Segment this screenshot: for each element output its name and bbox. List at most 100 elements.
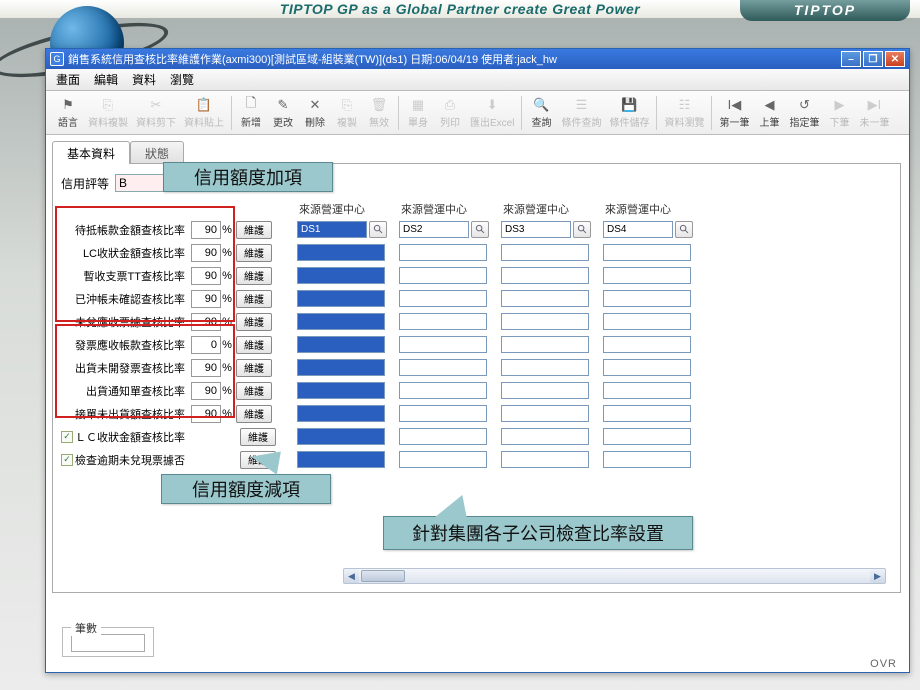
hscroll-right[interactable]: ▶ xyxy=(870,569,885,583)
maintain-button[interactable]: 維護 xyxy=(236,221,272,239)
source-bar[interactable] xyxy=(501,359,589,376)
source-bar[interactable] xyxy=(399,313,487,330)
ratio-input[interactable] xyxy=(191,267,221,285)
tool-single[interactable]: ▦單身 xyxy=(402,97,434,129)
checkbox[interactable]: ✓ xyxy=(61,431,73,443)
source-bar[interactable] xyxy=(399,405,487,422)
tool-browse[interactable]: ☷資料瀏覽 xyxy=(660,97,708,129)
source-bar[interactable] xyxy=(603,313,691,330)
source-bar[interactable] xyxy=(501,267,589,284)
source-bar[interactable] xyxy=(603,428,691,445)
hscroll-left[interactable]: ◀ xyxy=(344,569,359,583)
menu-data[interactable]: 資料 xyxy=(126,69,162,90)
tool-last[interactable]: ▶I未一筆 xyxy=(855,97,893,129)
source-bar[interactable] xyxy=(399,451,487,468)
lookup-button[interactable] xyxy=(369,221,387,238)
tool-delete[interactable]: ✕刪除 xyxy=(299,97,331,129)
tool-condquery[interactable]: ☰條件查詢 xyxy=(557,97,605,129)
menu-screen[interactable]: 畫面 xyxy=(50,69,86,90)
source-bar[interactable] xyxy=(501,428,589,445)
source-cell[interactable]: DS1 xyxy=(297,221,367,238)
source-bar[interactable] xyxy=(297,382,385,399)
tool-next[interactable]: ▶下筆 xyxy=(823,97,855,129)
maintain-button[interactable]: 維護 xyxy=(236,244,272,262)
close-button[interactable]: ✕ xyxy=(885,51,905,67)
maintain-button[interactable]: 維護 xyxy=(236,405,272,423)
tool-prev[interactable]: ◀上筆 xyxy=(753,97,785,129)
source-bar[interactable] xyxy=(603,290,691,307)
source-bar[interactable] xyxy=(603,244,691,261)
source-bar[interactable] xyxy=(399,382,487,399)
tool-language[interactable]: ⚑語言 xyxy=(52,97,84,129)
tool-query[interactable]: 🔍查詢 xyxy=(525,97,557,129)
tool-cut[interactable]: ✂資料剪下 xyxy=(132,97,180,129)
tool-paste[interactable]: 📋資料貼上 xyxy=(180,97,228,129)
source-bar[interactable] xyxy=(297,336,385,353)
source-cell[interactable]: DS2 xyxy=(399,221,469,238)
source-bar[interactable] xyxy=(399,336,487,353)
source-bar[interactable] xyxy=(603,359,691,376)
ratio-input[interactable] xyxy=(191,336,221,354)
tool-copy[interactable]: ⎘資料複製 xyxy=(84,97,132,129)
maximize-button[interactable]: ❐ xyxy=(863,51,883,67)
source-bar[interactable] xyxy=(297,405,385,422)
source-bar[interactable] xyxy=(297,451,385,468)
source-bar[interactable] xyxy=(501,405,589,422)
source-cell[interactable]: DS4 xyxy=(603,221,673,238)
source-bar[interactable] xyxy=(399,290,487,307)
minimize-button[interactable]: – xyxy=(841,51,861,67)
source-bar[interactable] xyxy=(399,244,487,261)
tool-dup[interactable]: ⎘複製 xyxy=(331,97,363,129)
tab-basic[interactable]: 基本資料 xyxy=(52,141,130,164)
source-bar[interactable] xyxy=(501,451,589,468)
source-bar[interactable] xyxy=(603,405,691,422)
ratio-input[interactable] xyxy=(191,382,221,400)
source-bar[interactable] xyxy=(501,336,589,353)
source-bar[interactable] xyxy=(399,428,487,445)
ratio-input[interactable] xyxy=(191,290,221,308)
tool-print[interactable]: ⎙列印 xyxy=(434,97,466,129)
lookup-button[interactable] xyxy=(573,221,591,238)
source-bar[interactable] xyxy=(399,359,487,376)
lookup-button[interactable] xyxy=(675,221,693,238)
source-bar[interactable] xyxy=(501,313,589,330)
ratio-input[interactable] xyxy=(191,359,221,377)
source-bar[interactable] xyxy=(501,290,589,307)
source-bar[interactable] xyxy=(603,336,691,353)
tool-goto[interactable]: ↺指定筆 xyxy=(785,97,823,129)
source-bar[interactable] xyxy=(501,244,589,261)
source-bar[interactable] xyxy=(297,359,385,376)
source-bar[interactable] xyxy=(603,267,691,284)
ratio-input[interactable] xyxy=(191,313,221,331)
tool-first[interactable]: I◀第一筆 xyxy=(715,97,753,129)
maintain-button[interactable]: 維護 xyxy=(236,267,272,285)
menu-browse[interactable]: 瀏覽 xyxy=(164,69,200,90)
source-bar[interactable] xyxy=(297,290,385,307)
ratio-input[interactable] xyxy=(191,405,221,423)
source-bar[interactable] xyxy=(297,313,385,330)
hscrollbar[interactable]: ◀ ▶ xyxy=(343,568,886,584)
maintain-button[interactable]: 維護 xyxy=(236,290,272,308)
source-cell[interactable]: DS3 xyxy=(501,221,571,238)
tool-excel[interactable]: ⬇匯出Excel xyxy=(466,97,518,129)
maintain-button[interactable]: 維護 xyxy=(236,382,272,400)
maintain-button[interactable]: 維護 xyxy=(236,359,272,377)
ratio-input[interactable] xyxy=(191,244,221,262)
tool-condsave[interactable]: 💾條件儲存 xyxy=(605,97,653,129)
menu-edit[interactable]: 編輯 xyxy=(88,69,124,90)
maintain-button[interactable]: 維護 xyxy=(240,428,276,446)
source-bar[interactable] xyxy=(603,382,691,399)
ratio-input[interactable] xyxy=(191,221,221,239)
maintain-button[interactable]: 維護 xyxy=(236,313,272,331)
maintain-button[interactable]: 維護 xyxy=(236,336,272,354)
source-bar[interactable] xyxy=(297,428,385,445)
hscroll-thumb[interactable] xyxy=(361,570,405,582)
lookup-button[interactable] xyxy=(471,221,489,238)
source-bar[interactable] xyxy=(603,451,691,468)
tool-new[interactable]: 🗋新增 xyxy=(235,97,267,129)
tab-status[interactable]: 狀態 xyxy=(130,141,184,164)
tool-edit[interactable]: ✎更改 xyxy=(267,97,299,129)
source-bar[interactable] xyxy=(297,244,385,261)
source-bar[interactable] xyxy=(399,267,487,284)
tool-void[interactable]: 🗑無效 xyxy=(363,97,395,129)
